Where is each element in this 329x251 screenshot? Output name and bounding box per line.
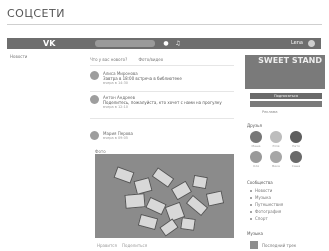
photo-detail (180, 217, 196, 231)
friend-name[interactable]: Вика (266, 164, 286, 168)
group-item[interactable]: Путешествия (250, 202, 283, 207)
track-cover[interactable] (250, 241, 258, 249)
friend-name[interactable]: Петя (286, 144, 306, 148)
music-icon[interactable]: ♫ (175, 40, 181, 47)
feed-divider (90, 118, 234, 119)
bullet-icon (250, 197, 252, 199)
ad-link[interactable]: Реклама (262, 110, 278, 114)
friend-name[interactable]: Саша (286, 164, 306, 168)
friend-name[interactable]: Оля (246, 164, 266, 168)
photo-detail (124, 193, 146, 209)
like-button[interactable]: Нравится (97, 243, 117, 248)
photo-detail (151, 167, 175, 188)
post-photo[interactable] (95, 154, 234, 238)
photo-detail (205, 190, 225, 207)
friend-avatar[interactable] (250, 131, 262, 143)
group-item[interactable]: Фотография (250, 209, 281, 214)
photo-detail (113, 166, 135, 184)
notifications-icon[interactable]: ● (163, 40, 169, 47)
avatar[interactable] (90, 131, 99, 140)
photo-detail (133, 177, 153, 195)
post-actions: Нравится Поделиться (97, 243, 147, 248)
composer-tabs: Что у вас нового? Фото/видео (90, 57, 173, 62)
bullet-icon (250, 211, 252, 213)
feed-divider (90, 65, 234, 66)
group-item-label: Музыка (255, 195, 271, 200)
vk-logo[interactable]: VK (43, 38, 55, 49)
feed-post: Алиса Миронова Завтра в 18:00 встреча в … (90, 71, 234, 89)
group-item-label: Путешествия (255, 202, 284, 207)
group-item[interactable]: Спорт (250, 216, 268, 221)
friend-avatar[interactable] (270, 131, 282, 143)
ad-image[interactable]: SWEET STAND (245, 55, 325, 89)
photo-detail (137, 213, 159, 231)
post-time: вчера в 12:10 (103, 105, 129, 109)
bullet-icon (250, 190, 252, 192)
photo-detail (185, 194, 209, 217)
group-item[interactable]: Музыка (250, 195, 271, 200)
groups-title: Сообщества (247, 180, 273, 185)
friends-title: Друзья (247, 123, 262, 128)
tab-whats-new[interactable]: Что у вас нового? (90, 57, 127, 62)
friend-name[interactable]: Юля (266, 144, 286, 148)
avatar[interactable] (90, 71, 99, 80)
ad-word: SWEET STAND (258, 56, 322, 65)
friend-avatar[interactable] (270, 151, 282, 163)
page-title: СОЦСЕТИ (7, 7, 65, 20)
top-navigation-bar: VK ● ♫ Lena (7, 38, 321, 49)
friend-avatar[interactable] (250, 151, 262, 163)
feed-post: Антон Андреев Поделитесь, пожалуйста, кт… (90, 95, 234, 113)
feed-post: Мария Перова вчера в 09:05 (90, 131, 234, 145)
friend-name[interactable]: Маша (246, 144, 266, 148)
ad-secondary-button[interactable] (250, 101, 322, 107)
tab-photo-video[interactable]: Фото/видео (139, 57, 164, 62)
photo-detail (192, 174, 208, 190)
share-button[interactable]: Поделиться (122, 243, 147, 248)
photo-detail (159, 218, 179, 237)
group-item-label: Новости (255, 188, 273, 193)
group-item-label: Фотография (255, 209, 282, 214)
bullet-icon (250, 218, 252, 220)
feed-divider (90, 91, 234, 92)
group-item-label: Спорт (255, 216, 268, 221)
post-time: вчера в 09:05 (103, 136, 129, 140)
bullet-icon (250, 204, 252, 206)
post-time: вчера в 14:30 (103, 81, 129, 85)
track-name[interactable]: Последний трек (262, 243, 296, 248)
friend-avatar[interactable] (290, 151, 302, 163)
group-item[interactable]: Новости (250, 188, 272, 193)
title-divider (7, 24, 322, 25)
friend-avatar[interactable] (290, 131, 302, 143)
subscribe-button[interactable]: Подписаться (250, 93, 322, 99)
avatar[interactable] (308, 40, 315, 47)
avatar[interactable] (90, 95, 99, 104)
sidebar-item-news[interactable]: Новости (10, 54, 27, 59)
photo-detail (145, 196, 167, 216)
user-name[interactable]: Lena (291, 38, 303, 49)
music-title: Музыка (247, 231, 263, 236)
search-input[interactable] (95, 40, 155, 47)
